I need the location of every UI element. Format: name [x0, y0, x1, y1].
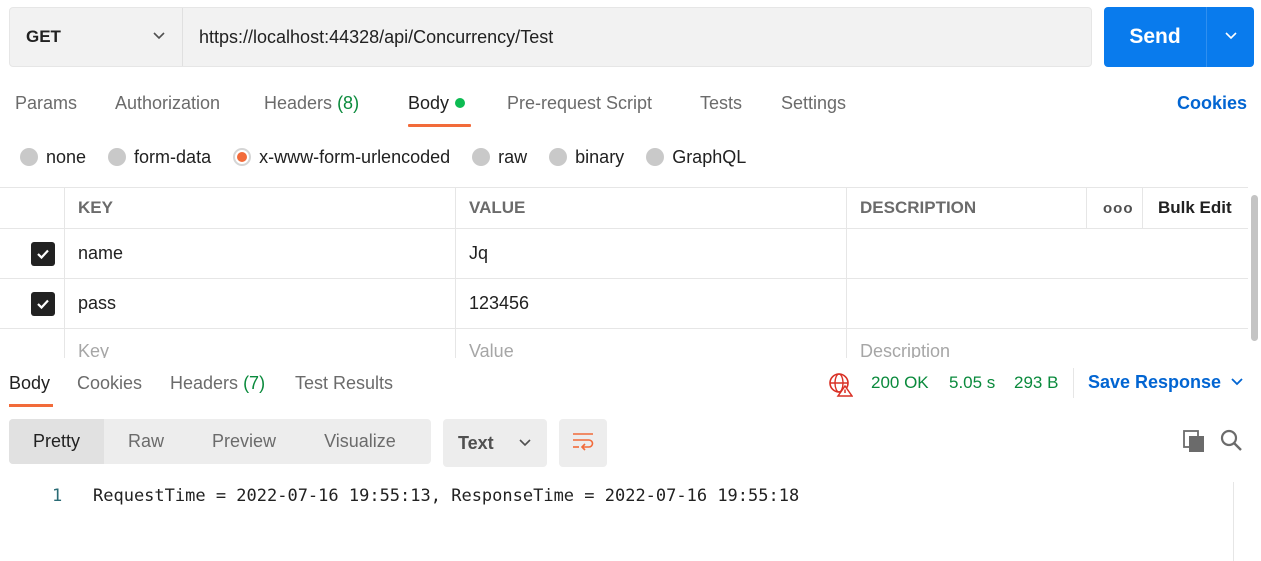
row-key[interactable]: pass: [64, 279, 455, 328]
tab-authorization[interactable]: Authorization: [115, 93, 220, 114]
chevron-down-icon: [1230, 372, 1244, 393]
radio-label: form-data: [134, 146, 212, 167]
tab-body[interactable]: Body: [408, 93, 466, 114]
radio-circle: [108, 148, 127, 166]
radio-label: GraphQL: [672, 146, 747, 167]
row-key[interactable]: name: [64, 229, 455, 278]
params-table: KEY VALUE DESCRIPTION ooo Bulk Edit name…: [0, 187, 1248, 358]
column-header-key: KEY: [64, 188, 455, 228]
method-select[interactable]: GET: [10, 8, 183, 66]
more-options-icon[interactable]: ooo: [1086, 188, 1142, 228]
divider: [1073, 368, 1074, 398]
table-scrollbar[interactable]: [1251, 195, 1258, 341]
tab-settings[interactable]: Settings: [781, 93, 846, 114]
table-row-new: Key Value Description: [0, 329, 1248, 358]
response-header-bar: Body Cookies Headers (7) Test Results 20…: [0, 360, 1261, 408]
response-tab-headers-count: (7): [243, 373, 266, 393]
wrap-lines-icon: [571, 431, 595, 456]
send-button[interactable]: Send: [1104, 7, 1207, 67]
radio-circle: [20, 148, 38, 166]
response-scrollbar-track: [1233, 482, 1234, 561]
view-visualize[interactable]: Visualize: [300, 419, 420, 464]
response-tab-body[interactable]: Body: [9, 373, 50, 394]
check-icon: [37, 299, 49, 310]
tab-tests[interactable]: Tests: [700, 93, 742, 114]
view-raw[interactable]: Raw: [104, 419, 188, 464]
radio-binary[interactable]: binary: [549, 147, 624, 168]
row-description[interactable]: [846, 279, 1248, 328]
response-body-text[interactable]: RequestTime = 2022-07-16 19:55:13, Respo…: [93, 486, 799, 506]
radio-label: x-www-form-urlencoded: [259, 146, 451, 167]
response-tab-test-results[interactable]: Test Results: [295, 373, 393, 394]
new-key-input[interactable]: Key: [64, 329, 455, 358]
row-checkbox[interactable]: [31, 292, 55, 316]
tab-headers-count: (8): [337, 93, 360, 113]
row-description[interactable]: [846, 229, 1248, 278]
radio-circle: [549, 148, 568, 166]
radio-circle: [472, 148, 491, 166]
bulk-edit-button[interactable]: Bulk Edit: [1142, 188, 1248, 228]
radio-form-data[interactable]: form-data: [108, 147, 211, 168]
view-mode-segment: Pretty Raw Preview Visualize: [9, 419, 431, 464]
table-row: pass 123456: [0, 279, 1248, 329]
copy-icon[interactable]: [1182, 429, 1206, 458]
format-select[interactable]: Text: [443, 419, 547, 467]
chevron-down-icon: [518, 433, 532, 454]
response-tab-headers[interactable]: Headers (7): [170, 373, 265, 394]
tab-params[interactable]: Params: [15, 93, 77, 114]
view-pretty[interactable]: Pretty: [9, 419, 105, 464]
radio-label: binary: [575, 146, 625, 167]
new-description-input[interactable]: Description: [846, 329, 1248, 358]
line-number: 1: [52, 486, 63, 506]
wrap-lines-button[interactable]: [559, 419, 607, 467]
response-tab-headers-label: Headers: [170, 373, 239, 393]
column-header-value: VALUE: [455, 188, 846, 228]
tab-prerequest-script[interactable]: Pre-request Script: [507, 93, 652, 114]
cookies-link[interactable]: Cookies: [1177, 93, 1247, 114]
format-label: Text: [458, 432, 494, 453]
active-response-tab-underline: [9, 404, 53, 407]
check-icon: [37, 249, 49, 260]
method-label: GET: [26, 27, 61, 46]
radio-label: none: [46, 146, 87, 167]
body-type-radios: none form-data x-www-form-urlencoded raw…: [20, 144, 768, 170]
save-response-label: Save Response: [1088, 372, 1222, 392]
response-status[interactable]: 200 OK: [871, 373, 929, 393]
body-indicator-dot: [455, 98, 466, 108]
table-header-row: KEY VALUE DESCRIPTION ooo Bulk Edit: [0, 188, 1248, 229]
response-time[interactable]: 5.05 s: [949, 373, 995, 393]
row-checkbox[interactable]: [31, 242, 55, 266]
active-tab-underline: [408, 124, 471, 127]
row-value[interactable]: Jq: [455, 229, 846, 278]
response-tab-cookies[interactable]: Cookies: [77, 373, 142, 394]
radio-label: raw: [498, 146, 528, 167]
globe-warning-icon[interactable]: [828, 372, 854, 402]
request-tabs: Params Authorization Headers (8) Body Pr…: [0, 80, 1261, 128]
table-row: name Jq: [0, 229, 1248, 279]
tab-body-label: Body: [408, 93, 450, 113]
radio-x-www-form-urlencoded[interactable]: x-www-form-urlencoded: [233, 147, 450, 168]
tab-headers[interactable]: Headers (8): [264, 93, 359, 114]
tab-headers-label: Headers: [264, 93, 333, 113]
save-response-button[interactable]: Save Response: [1088, 372, 1244, 393]
chevron-down-icon: [1224, 28, 1238, 47]
radio-graphql[interactable]: GraphQL: [646, 147, 746, 168]
send-dropdown-button[interactable]: [1207, 7, 1254, 67]
row-value[interactable]: 123456: [455, 279, 846, 328]
request-bar: GET https://localhost:44328/api/Concurre…: [9, 7, 1092, 67]
radio-circle: [646, 148, 665, 166]
radio-raw[interactable]: raw: [472, 147, 527, 168]
url-input[interactable]: https://localhost:44328/api/Concurrency/…: [183, 8, 1091, 66]
chevron-down-icon: [152, 28, 166, 47]
new-value-input[interactable]: Value: [455, 329, 846, 358]
send-button-group: Send: [1104, 7, 1254, 67]
response-size[interactable]: 293 B: [1014, 373, 1058, 393]
view-preview[interactable]: Preview: [188, 419, 300, 464]
column-header-description: DESCRIPTION: [846, 188, 1086, 228]
search-icon[interactable]: [1219, 428, 1243, 457]
radio-circle-selected: [233, 148, 252, 166]
radio-none[interactable]: none: [20, 147, 86, 168]
